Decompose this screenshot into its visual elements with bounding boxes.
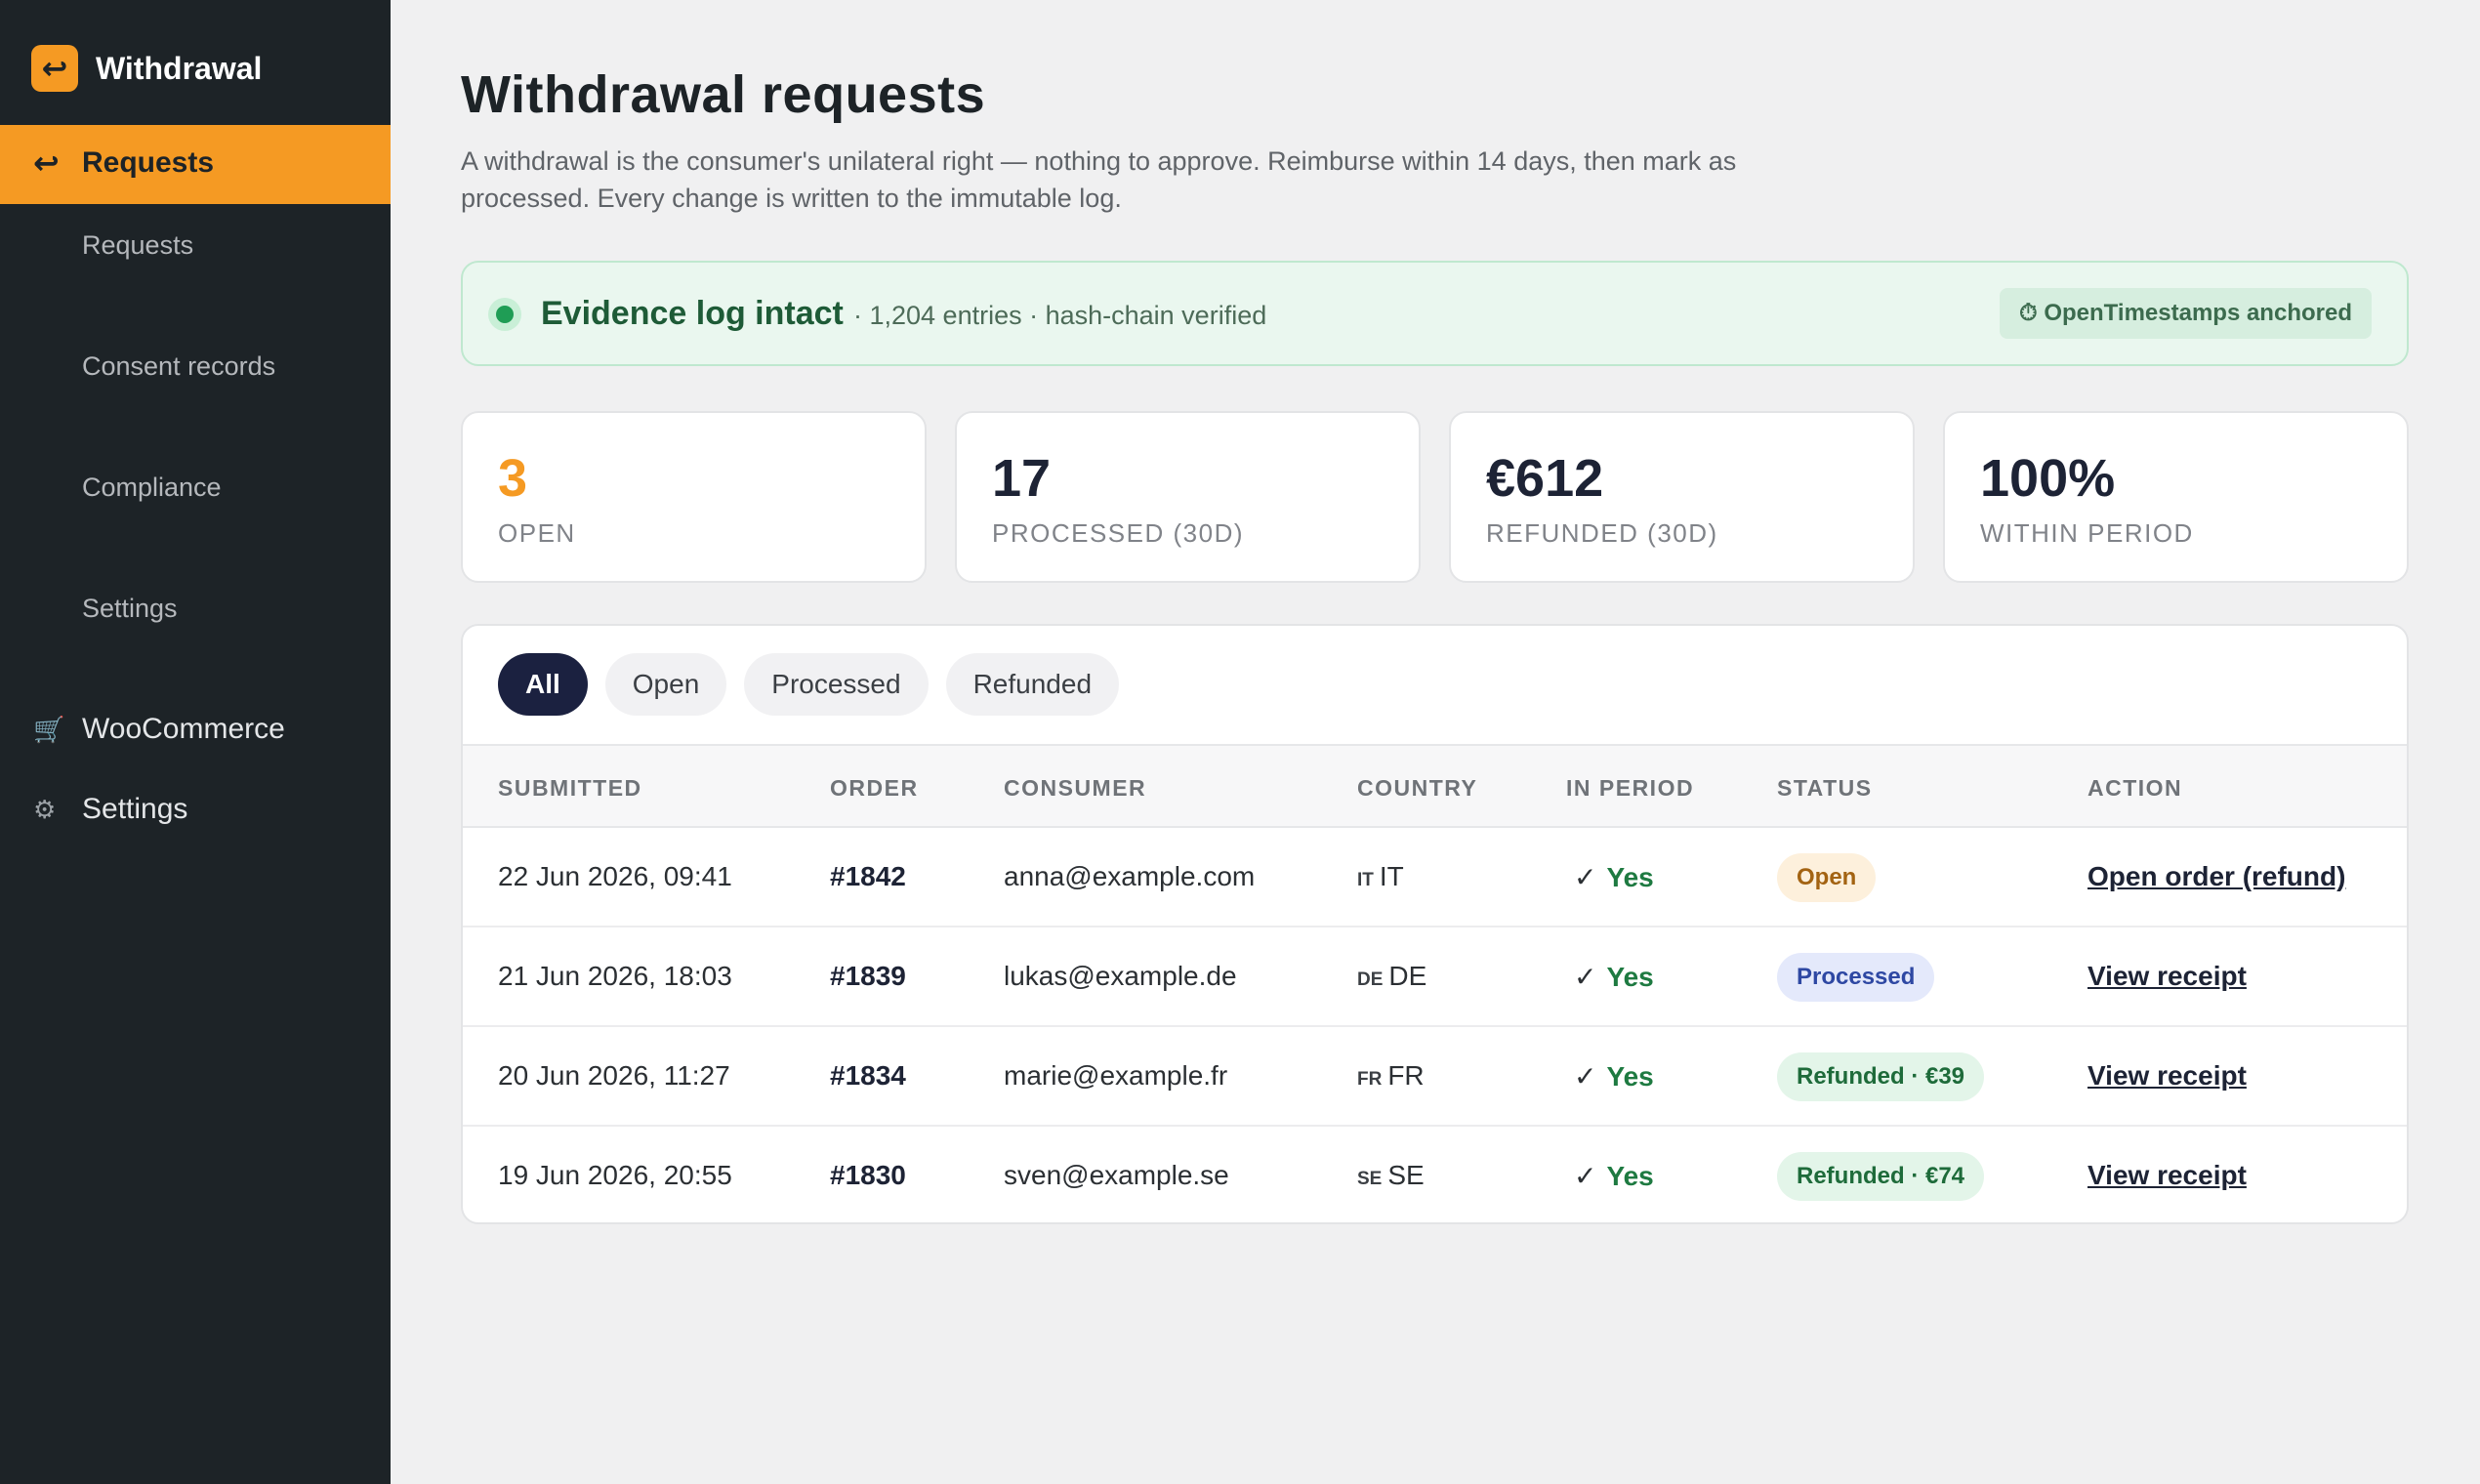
cell-order[interactable]: #1834 — [830, 1060, 906, 1092]
status-badge: Open — [1777, 853, 1877, 902]
column-header-in-period[interactable]: IN PERIOD — [1566, 775, 1694, 802]
submenu-item-consent-records[interactable]: Consent records — [82, 351, 275, 382]
sidebar-item-requests-active[interactable]: ↩ Requests — [0, 125, 391, 204]
cell-consumer: sven@example.se — [1004, 1160, 1229, 1190]
timestamps-badge: ⏱ OpenTimestamps anchored — [1999, 288, 2372, 339]
cell-country: SE SE — [1357, 1160, 1425, 1191]
submenu-item-settings[interactable]: Settings — [82, 594, 178, 624]
row-action-link[interactable]: Open order (refund) — [2087, 861, 2345, 892]
table-row[interactable]: 20 Jun 2026, 11:27 #1834 marie@example.f… — [463, 1027, 2407, 1127]
country-code: DE — [1388, 961, 1427, 991]
check-icon: ✓ — [1574, 862, 1597, 892]
country-flag-icon: SE — [1357, 1169, 1383, 1189]
stat-value: €612 — [1486, 449, 1604, 508]
stat-card-within-period: 100% WITHIN PERIOD — [1943, 411, 2409, 583]
stat-card-processed: 17 PROCESSED (30D) — [955, 411, 1421, 583]
table-row[interactable]: 22 Jun 2026, 09:41 #1842 anna@example.co… — [463, 828, 2407, 928]
in-period-value: Yes — [1606, 962, 1654, 992]
cell-order[interactable]: #1839 — [830, 961, 906, 992]
stats-row: 3 OPEN 17 PROCESSED (30D) €612 REFUNDED … — [461, 411, 2409, 583]
table-row[interactable]: 19 Jun 2026, 20:55 #1830 sven@example.se… — [463, 1127, 2407, 1222]
stat-card-open: 3 OPEN — [461, 411, 927, 583]
country-code: FR — [1387, 1060, 1425, 1091]
sidebar-item-label: Settings — [82, 793, 188, 825]
cell-consumer: anna@example.com — [1004, 861, 1256, 891]
column-header-status[interactable]: STATUS — [1777, 775, 1873, 802]
gear-icon: ⚙ — [33, 795, 57, 824]
stat-value: 3 — [498, 449, 528, 508]
status-badge: Refunded · €74 — [1777, 1152, 1985, 1201]
row-action-link[interactable]: View receipt — [2087, 961, 2247, 992]
cell-submitted: 22 Jun 2026, 09:41 — [498, 861, 732, 891]
status-badge: Processed — [1777, 953, 1935, 1002]
column-header-action[interactable]: ACTION — [2087, 775, 2182, 802]
sidebar-item-settings[interactable]: ⚙ Settings — [0, 781, 391, 840]
page-title: Withdrawal requests — [461, 65, 986, 124]
cell-order[interactable]: #1842 — [830, 861, 906, 892]
stat-label: WITHIN PERIOD — [1980, 518, 2194, 548]
in-period-value: Yes — [1606, 1061, 1654, 1092]
column-header-order[interactable]: ORDER — [830, 775, 919, 802]
country-flag-icon: FR — [1357, 1069, 1383, 1090]
in-period-value: Yes — [1606, 862, 1654, 892]
column-header-consumer[interactable]: CONSUMER — [1004, 775, 1146, 802]
sidebar-item-label: WooCommerce — [82, 713, 285, 745]
row-action-link[interactable]: View receipt — [2087, 1060, 2247, 1092]
cell-country: DE DE — [1357, 961, 1426, 992]
sidebar-item-label: Requests — [82, 146, 215, 179]
check-icon: ✓ — [1574, 962, 1597, 992]
cart-icon: 🛒 — [33, 715, 65, 744]
country-code: SE — [1387, 1160, 1425, 1190]
cell-consumer: marie@example.fr — [1004, 1060, 1228, 1091]
brand[interactable]: ↩ Withdrawal — [31, 45, 262, 92]
check-icon: ✓ — [1574, 1061, 1597, 1092]
submenu-item-requests[interactable]: Requests — [82, 230, 193, 261]
stat-value: 100% — [1980, 449, 2116, 508]
sidebar-item-woocommerce[interactable]: 🛒 WooCommerce — [0, 701, 391, 760]
page-description: A withdrawal is the consumer's unilatera… — [461, 146, 1737, 213]
stat-label: PROCESSED (30D) — [992, 518, 1244, 548]
return-arrow-icon: ↩ — [33, 145, 60, 181]
in-period-value: Yes — [1606, 1161, 1654, 1191]
country-flag-icon: DE — [1357, 969, 1384, 990]
filter-processed[interactable]: Processed — [744, 653, 929, 716]
cell-order[interactable]: #1830 — [830, 1160, 906, 1191]
stat-value: 17 — [992, 449, 1052, 508]
status-badge: Refunded · €39 — [1777, 1052, 1985, 1101]
country-flag-icon: IT — [1357, 870, 1374, 890]
cell-in-period: ✓ Yes — [1574, 1060, 1654, 1092]
app-name: Withdrawal — [96, 50, 263, 86]
evidence-meta: · 1,204 entries · hash-chain verified — [853, 301, 1267, 330]
filter-refunded[interactable]: Refunded — [945, 653, 1120, 716]
cell-in-period: ✓ Yes — [1574, 861, 1654, 893]
table-header: SUBMITTED ORDER CONSUMER COUNTRY IN PERI… — [463, 744, 2407, 828]
filter-pills: All Open Processed Refunded — [498, 653, 1137, 716]
cell-country: IT IT — [1357, 861, 1404, 892]
cell-country: FR FR — [1357, 1060, 1425, 1092]
cell-in-period: ✓ Yes — [1574, 1160, 1654, 1192]
table-row[interactable]: 21 Jun 2026, 18:03 #1839 lukas@example.d… — [463, 928, 2407, 1027]
submenu-item-compliance[interactable]: Compliance — [82, 473, 222, 503]
evidence-log-banner: Evidence log intact · 1,204 entries · ha… — [461, 261, 2409, 366]
country-code: IT — [1379, 861, 1404, 891]
sidebar: ↩ Withdrawal ↩ Requests Requests Consent… — [0, 0, 391, 1484]
filter-all[interactable]: All — [498, 653, 588, 716]
status-dot-icon — [496, 306, 514, 323]
filter-open[interactable]: Open — [604, 653, 727, 716]
stat-card-refunded: €612 REFUNDED (30D) — [1449, 411, 1915, 583]
column-header-submitted[interactable]: SUBMITTED — [498, 775, 642, 802]
evidence-title: Evidence log intact — [541, 295, 844, 332]
cell-consumer: lukas@example.de — [1004, 961, 1237, 991]
app-logo-icon: ↩ — [31, 45, 78, 92]
row-action-link[interactable]: View receipt — [2087, 1160, 2247, 1191]
column-header-country[interactable]: COUNTRY — [1357, 775, 1477, 802]
cell-in-period: ✓ Yes — [1574, 961, 1654, 993]
cell-submitted: 21 Jun 2026, 18:03 — [498, 961, 732, 991]
requests-table-card: All Open Processed Refunded SUBMITTED OR… — [461, 624, 2409, 1224]
check-icon: ✓ — [1574, 1161, 1597, 1191]
cell-submitted: 19 Jun 2026, 20:55 — [498, 1160, 732, 1190]
stat-label: REFUNDED (30D) — [1486, 518, 1718, 548]
stat-label: OPEN — [498, 518, 576, 548]
cell-submitted: 20 Jun 2026, 11:27 — [498, 1060, 730, 1091]
